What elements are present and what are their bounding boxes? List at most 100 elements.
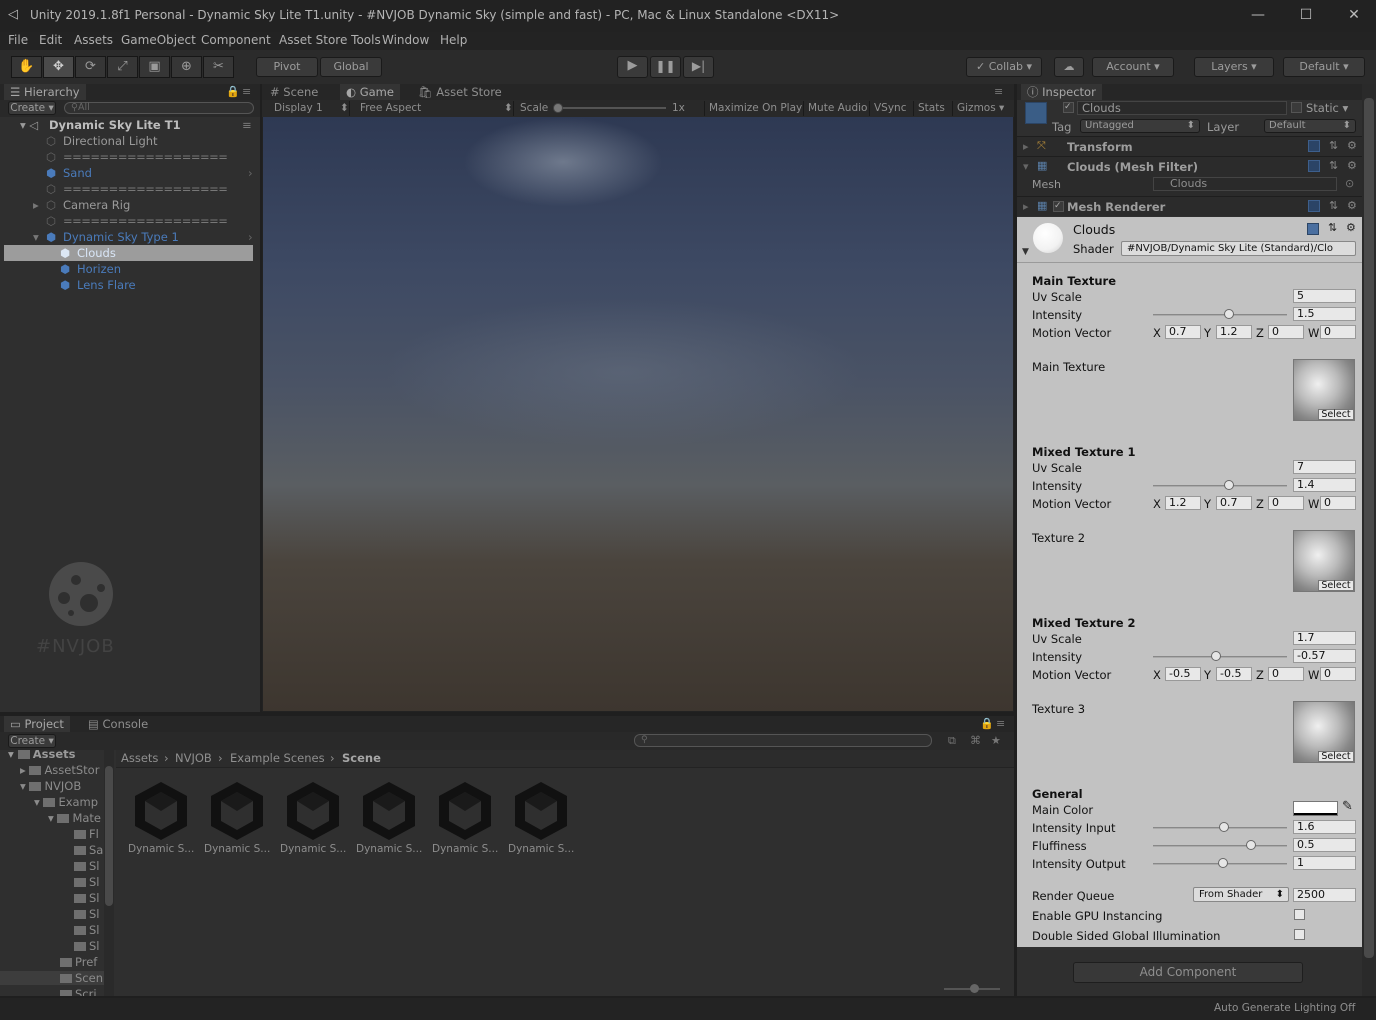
hierarchy-item-lens-flare[interactable]: ⬢ Lens Flare — [0, 277, 258, 293]
motion-x-field[interactable]: 0.7 — [1165, 325, 1201, 339]
gear-icon[interactable]: ⚙ — [1347, 139, 1357, 152]
menu-window[interactable]: Window — [382, 33, 429, 47]
panel-menu-icon[interactable]: ≡ — [996, 717, 1005, 730]
tree-item[interactable]: Sa — [74, 843, 103, 857]
tree-item[interactable]: Fl — [74, 827, 99, 841]
scale-tool-icon[interactable]: ⤢ — [107, 56, 138, 78]
hierarchy-item-separator[interactable]: ⬡ ================== — [0, 149, 258, 165]
intensity-output-field[interactable]: 1 — [1293, 856, 1356, 870]
gpu-instancing-checkbox[interactable] — [1294, 909, 1305, 920]
gizmos-dropdown[interactable]: Gizmos ▾ — [952, 101, 1004, 116]
layout-dropdown[interactable]: Default ▾ — [1283, 57, 1365, 77]
tab-hierarchy[interactable]: ☰ Hierarchy — [4, 84, 86, 100]
tree-scrollbar[interactable] — [104, 750, 114, 996]
intensity-slider-knob[interactable] — [1224, 309, 1235, 319]
help-icon[interactable] — [1308, 200, 1320, 212]
motion-y-field[interactable]: 1.2 — [1216, 325, 1252, 339]
maximize-button[interactable]: ☐ — [1294, 4, 1318, 26]
menu-edit[interactable]: Edit — [39, 33, 62, 47]
intensity-field[interactable]: 1.4 — [1293, 478, 1356, 492]
display-dropdown[interactable]: Display 1 ⬍ — [266, 101, 350, 116]
hierarchy-item-dynamic-sky-type-1[interactable]: ▾ ⬢ Dynamic Sky Type 1 › — [0, 229, 258, 245]
scene-asset[interactable]: Dynamic S... — [356, 780, 422, 860]
custom-tool-icon[interactable]: ✂ — [203, 56, 234, 78]
motion-z-field[interactable]: 0 — [1268, 496, 1304, 510]
global-button[interactable]: Global — [320, 57, 382, 77]
hierarchy-item-horizen[interactable]: ⬢ Horizen — [0, 261, 258, 277]
tab-game[interactable]: ◐ Game — [340, 84, 400, 100]
stats-toggle[interactable]: Stats — [913, 101, 945, 116]
close-button[interactable]: ✕ — [1342, 4, 1366, 26]
aspect-dropdown[interactable]: Free Aspect ⬍ — [354, 101, 514, 116]
motion-z-field[interactable]: 0 — [1268, 667, 1304, 681]
layer-dropdown[interactable]: Default ⬍ — [1264, 119, 1356, 133]
scale-slider[interactable] — [558, 107, 666, 109]
motion-z-field[interactable]: 0 — [1268, 325, 1304, 339]
pivot-button[interactable]: Pivot — [256, 57, 318, 77]
hierarchy-search-input[interactable]: ⚲All — [64, 102, 254, 114]
transform-component[interactable]: ▸ ⤧ Transform ⇅ ⚙ — [1017, 136, 1362, 156]
uv-scale-field[interactable]: 1.7 — [1293, 631, 1356, 645]
lock-icon[interactable]: 🔒 — [226, 85, 240, 98]
main-texture-slot[interactable]: Select — [1293, 359, 1355, 421]
icon-size-slider[interactable] — [944, 984, 1000, 993]
hierarchy-create-button[interactable]: Create ▾ — [8, 101, 56, 115]
help-icon[interactable] — [1308, 140, 1320, 152]
scale-slider-knob[interactable] — [553, 103, 563, 113]
project-search-input[interactable]: ⚲ — [634, 734, 932, 747]
breadcrumb-scene[interactable]: Scene — [342, 750, 381, 767]
menu-file[interactable]: File — [8, 33, 28, 47]
motion-x-field[interactable]: 1.2 — [1165, 496, 1201, 510]
object-name-input[interactable]: Clouds — [1077, 101, 1287, 115]
menu-asset-store-tools[interactable]: Asset Store Tools — [279, 33, 381, 47]
inspector-scrollbar[interactable] — [1362, 84, 1376, 996]
uv-scale-field[interactable]: 7 — [1293, 460, 1356, 474]
scene-asset[interactable]: Dynamic S... — [508, 780, 574, 860]
static-label[interactable]: Static ▾ — [1306, 101, 1348, 115]
scene-asset[interactable]: Dynamic S... — [128, 780, 194, 860]
tree-item[interactable]: ▸ AssetStor — [20, 763, 99, 777]
step-button[interactable]: ▶| — [683, 56, 714, 78]
collab-dropdown[interactable]: ✓ Collab ▾ — [966, 57, 1042, 77]
select-button[interactable]: Select — [1318, 751, 1354, 762]
intensity-field[interactable]: -0.57 — [1293, 649, 1356, 663]
transform-tool-icon[interactable]: ⊕ — [171, 56, 202, 78]
scene-asset[interactable]: Dynamic S... — [204, 780, 270, 860]
texture-2-slot[interactable]: Select — [1293, 530, 1355, 592]
filter-label-icon[interactable]: ⌘ — [970, 734, 981, 747]
tree-item[interactable]: Sl — [74, 907, 100, 921]
intensity-output-knob[interactable] — [1217, 858, 1228, 868]
tree-item[interactable]: Sl — [74, 891, 100, 905]
render-queue-field[interactable]: 2500 — [1293, 888, 1356, 902]
tree-item[interactable]: Sl — [74, 939, 100, 953]
play-button[interactable]: ▶ — [617, 56, 648, 78]
scrollbar-thumb[interactable] — [1364, 98, 1374, 958]
help-icon[interactable] — [1308, 160, 1320, 172]
tab-project[interactable]: ▭ Project — [4, 716, 70, 732]
tree-item[interactable]: Sl — [74, 875, 100, 889]
fluffiness-slider[interactable] — [1153, 845, 1287, 847]
menu-assets[interactable]: Assets — [74, 33, 113, 47]
preset-icon[interactable]: ⇅ — [1329, 199, 1338, 212]
preset-icon[interactable]: ⇅ — [1329, 159, 1338, 172]
tree-item[interactable]: Sl — [74, 923, 100, 937]
hierarchy-item-sand[interactable]: ⬢ Sand › — [0, 165, 258, 181]
gear-icon[interactable]: ⚙ — [1346, 221, 1356, 234]
tree-item[interactable]: ▾ Examp — [34, 795, 98, 809]
hierarchy-item-separator[interactable]: ⬡ ================== — [0, 181, 258, 197]
tab-console[interactable]: ▤ Console — [88, 716, 148, 732]
scene-asset[interactable]: Dynamic S... — [432, 780, 498, 860]
intensity-field[interactable]: 1.5 — [1293, 307, 1356, 321]
hierarchy-item-clouds[interactable]: ⬢ Clouds — [4, 245, 253, 261]
breadcrumb-nvjob[interactable]: NVJOB — [175, 750, 212, 767]
double-sided-gi-checkbox[interactable] — [1294, 929, 1305, 940]
help-icon[interactable] — [1307, 223, 1319, 235]
intensity-slider[interactable] — [1153, 485, 1287, 487]
intensity-slider-knob[interactable] — [1210, 651, 1221, 661]
intensity-input-field[interactable]: 1.6 — [1293, 820, 1356, 834]
gear-icon[interactable]: ⚙ — [1347, 159, 1357, 172]
mesh-field[interactable]: Clouds — [1153, 177, 1337, 191]
motion-w-field[interactable]: 0 — [1320, 667, 1356, 681]
rotate-tool-icon[interactable]: ⟳ — [75, 56, 106, 78]
pause-button[interactable]: ❚❚ — [650, 56, 681, 78]
